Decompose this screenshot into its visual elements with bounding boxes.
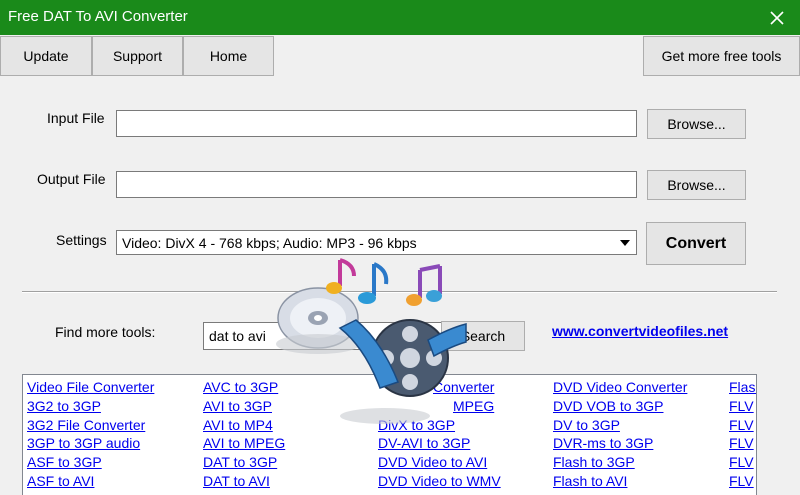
- window-title: Free DAT To AVI Converter: [8, 8, 188, 25]
- tool-link[interactable]: DVR-ms to 3GP: [553, 435, 653, 451]
- get-more-tools-button[interactable]: Get more free tools: [643, 36, 800, 76]
- close-button[interactable]: [754, 0, 800, 35]
- home-button[interactable]: Home: [183, 36, 274, 76]
- tool-link[interactable]: Flash to AVI: [553, 473, 627, 489]
- tool-link[interactable]: DVD VOB to 3GP: [553, 398, 663, 414]
- input-file-field[interactable]: [116, 110, 637, 137]
- tool-link[interactable]: DVD Video to WMV: [378, 473, 501, 489]
- tool-link[interactable]: Flash to 3GP: [553, 454, 635, 470]
- support-button[interactable]: Support: [92, 36, 183, 76]
- tool-link[interactable]: DAT to 3GP: [203, 454, 277, 470]
- tool-link[interactable]: DV to 3GP: [553, 417, 620, 433]
- input-browse-button[interactable]: Browse...: [647, 109, 746, 139]
- tool-link[interactable]: AVI to MP4: [203, 417, 273, 433]
- tool-link[interactable]: FLV: [729, 417, 754, 433]
- find-more-tools-label: Find more tools:: [55, 324, 156, 340]
- tool-link[interactable]: AVI to MPEG: [203, 435, 285, 451]
- tool-link[interactable]: FLV: [729, 398, 754, 414]
- output-file-field[interactable]: [116, 171, 637, 198]
- website-link[interactable]: www.convertvideofiles.net: [552, 323, 728, 339]
- update-button[interactable]: Update: [0, 36, 92, 76]
- tool-link[interactable]: 3G2 File Converter: [27, 417, 145, 433]
- settings-label: Settings: [56, 232, 107, 248]
- tool-link[interactable]: DVD Video to AVI: [378, 454, 487, 470]
- chevron-down-icon: [615, 232, 635, 253]
- output-file-label: Output File: [37, 171, 106, 187]
- tool-link[interactable]: DAT to AVI: [203, 473, 270, 489]
- tool-link[interactable]: Flash: [729, 379, 756, 395]
- input-file-label: Input File: [47, 110, 105, 126]
- tool-link[interactable]: ASF to AVI: [27, 473, 94, 489]
- media-artwork-icon: [276, 258, 467, 424]
- tool-link[interactable]: AVC to 3GP: [203, 379, 278, 395]
- close-icon: [770, 10, 784, 25]
- tool-link[interactable]: AVI to 3GP: [203, 398, 272, 414]
- tool-link[interactable]: FLV: [729, 435, 754, 451]
- output-browse-button[interactable]: Browse...: [647, 170, 746, 200]
- tool-link[interactable]: 3G2 to 3GP: [27, 398, 101, 414]
- tool-link[interactable]: 3GP to 3GP audio: [27, 435, 140, 451]
- tool-link[interactable]: DVD Video Converter: [553, 379, 687, 395]
- tool-link[interactable]: Video File Converter: [27, 379, 154, 395]
- tool-link[interactable]: DV-AVI to 3GP: [378, 435, 470, 451]
- convert-button[interactable]: Convert: [646, 222, 746, 265]
- title-bar: Free DAT To AVI Converter: [0, 0, 800, 35]
- tool-link[interactable]: FLV: [729, 454, 754, 470]
- tool-link[interactable]: ASF to 3GP: [27, 454, 102, 470]
- tool-link[interactable]: FLV: [729, 473, 754, 489]
